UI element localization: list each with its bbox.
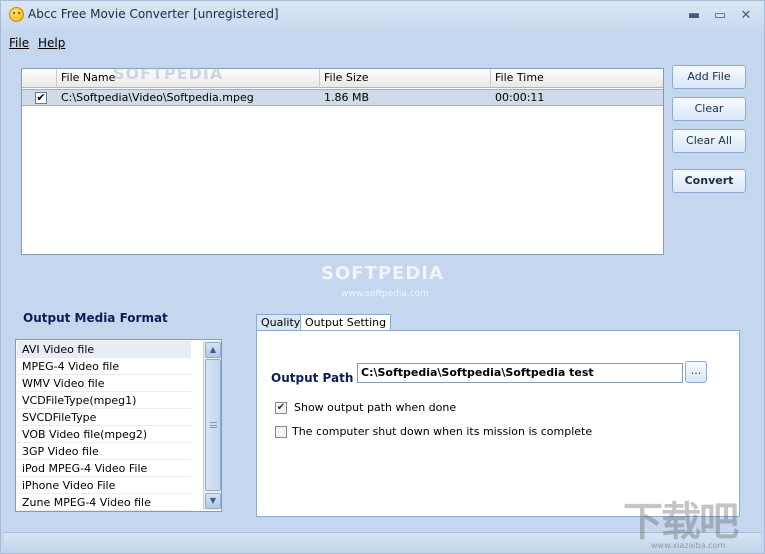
smiley-icon — [9, 7, 24, 22]
scroll-down-icon[interactable]: ▼ — [205, 493, 221, 509]
file-list-table[interactable]: File Name File Size File Time ✔ C:\Softp… — [21, 68, 664, 255]
cell-file-size: 1.86 MB — [324, 91, 370, 104]
watermark: SOFTPEDIA — [321, 263, 444, 284]
clear-button[interactable]: Clear — [672, 97, 746, 121]
convert-button[interactable]: Convert — [672, 169, 746, 193]
list-item[interactable]: iPhone Video File — [17, 477, 191, 494]
minimize-icon[interactable]: ▬ — [684, 8, 704, 24]
show-path-checkbox[interactable]: ✔ — [275, 402, 287, 414]
window-title: Abcc Free Movie Converter [unregistered] — [28, 7, 279, 21]
list-item[interactable]: MPEG-4 Video file — [17, 358, 191, 375]
grip-icon — [210, 422, 217, 428]
list-item[interactable]: iPod MPEG-4 Video File — [17, 460, 191, 477]
list-item[interactable]: VCDFileType(mpeg1) — [17, 392, 191, 409]
title-bar: Abcc Free Movie Converter [unregistered]… — [1, 1, 764, 31]
menu-file[interactable]: File — [9, 36, 29, 50]
table-row[interactable]: ✔ C:\Softpedia\Video\Softpedia.mpeg 1.86… — [22, 89, 663, 106]
scrollbar-thumb[interactable] — [205, 359, 221, 491]
scroll-up-icon[interactable]: ▲ — [205, 342, 221, 358]
watermark-url: www.softpedia.com — [341, 289, 429, 299]
corner-watermark: 下载吧 — [623, 499, 739, 545]
list-item[interactable]: Zune MPEG-4 Video file — [17, 494, 191, 511]
output-format-list[interactable]: AVI Video file MPEG-4 Video file WMV Vid… — [15, 339, 222, 512]
list-item[interactable]: 3GP Video file — [17, 443, 191, 460]
row-checkbox[interactable]: ✔ — [35, 92, 47, 104]
close-icon[interactable]: ✕ — [736, 8, 756, 24]
tab-quality[interactable]: Quality — [256, 314, 306, 331]
list-item[interactable]: SVCDFileType — [17, 409, 191, 426]
cell-file-time: 00:00:11 — [495, 91, 545, 104]
list-item[interactable]: VOB Video file(mpeg2) — [17, 426, 191, 443]
cell-file-name: C:\Softpedia\Video\Softpedia.mpeg — [61, 91, 254, 104]
shutdown-checkbox[interactable] — [275, 426, 287, 438]
shutdown-label: The computer shut down when its mission … — [292, 425, 593, 438]
tab-output-setting[interactable]: Output Setting — [300, 314, 392, 331]
show-path-label: Show output path when done — [294, 401, 457, 414]
format-list-scrollbar[interactable]: ▲ ▼ — [203, 341, 221, 510]
corner-watermark-url: www.xiazaiba.com — [651, 541, 726, 550]
column-header-check[interactable] — [22, 69, 57, 88]
output-format-title: Output Media Format — [23, 311, 168, 325]
maximize-icon[interactable]: ▭ — [710, 8, 730, 24]
menu-help[interactable]: Help — [38, 36, 65, 50]
column-header-file-size[interactable]: File Size — [320, 69, 491, 88]
clear-all-button[interactable]: Clear All — [672, 129, 746, 153]
add-file-button[interactable]: Add File — [672, 65, 746, 89]
output-path-field[interactable]: C:\Softpedia\Softpedia\Softpedia test — [357, 363, 683, 383]
watermark-top: SOFTPEDIA — [113, 64, 224, 83]
main-window: Abcc Free Movie Converter [unregistered]… — [0, 0, 765, 554]
list-item[interactable]: WMV Video file — [17, 375, 191, 392]
panel-content: Output Path C:\Softpedia\Softpedia\Softp… — [259, 333, 737, 514]
list-item[interactable]: AVI Video file — [17, 341, 191, 358]
output-path-label: Output Path — [271, 371, 354, 385]
column-header-file-time[interactable]: File Time — [491, 69, 663, 88]
browse-button[interactable]: ... — [685, 361, 707, 383]
